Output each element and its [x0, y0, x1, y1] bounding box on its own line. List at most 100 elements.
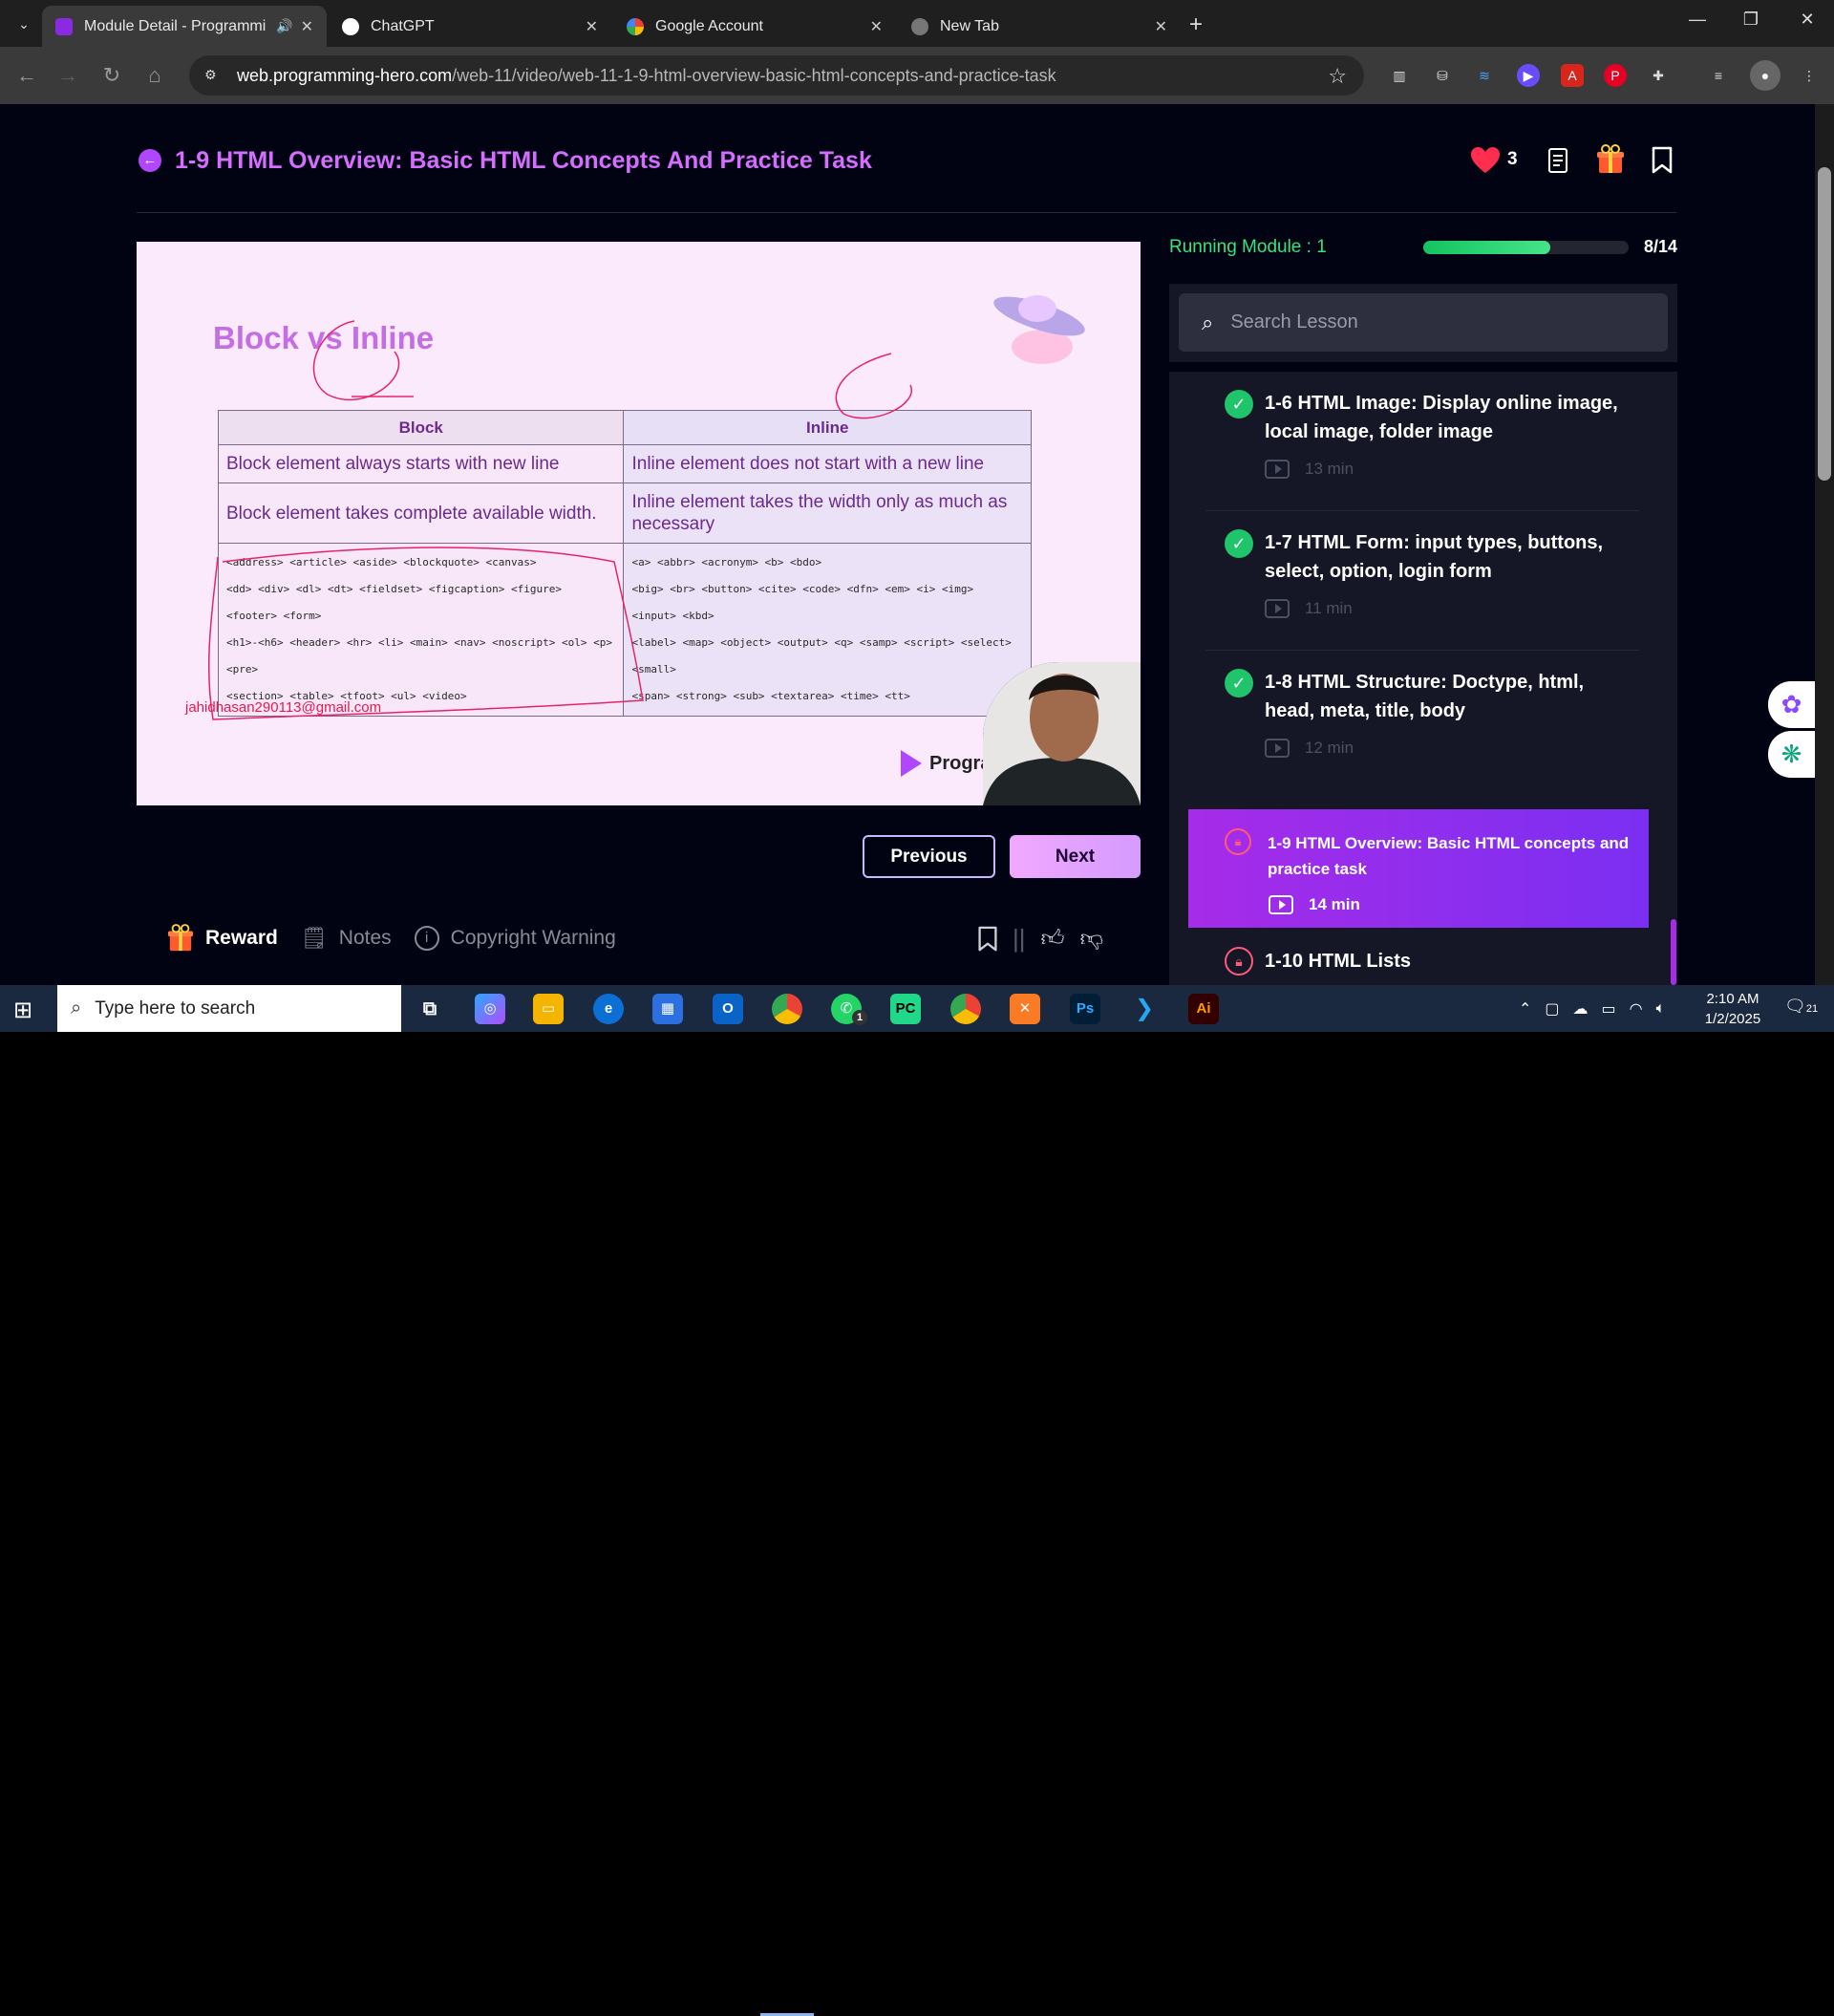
task-view-icon[interactable]: ⧉ [415, 994, 445, 1024]
taskbar-search-box[interactable]: ⌕ Type here to search [57, 985, 401, 1032]
search-box[interactable]: ⌕ [1179, 293, 1668, 352]
close-tab-icon[interactable]: ✕ [870, 17, 883, 36]
chrome-icon[interactable] [772, 994, 802, 1024]
extensions-puzzle-icon[interactable]: ✚ [1647, 64, 1670, 87]
restore-button[interactable]: ❐ [1732, 10, 1770, 30]
audio-playing-icon[interactable]: 🔊 [276, 18, 292, 34]
video-icon [1269, 895, 1293, 914]
completed-check-icon: ✓ [1225, 390, 1253, 418]
heart-icon[interactable] [1470, 146, 1501, 175]
close-window-button[interactable]: ✕ [1788, 10, 1826, 30]
reload-icon[interactable]: ↻ [98, 62, 125, 89]
notes-button[interactable]: 🗒 Notes [301, 926, 392, 951]
lesson-duration-text: 12 min [1305, 739, 1354, 757]
minimize-button[interactable]: — [1678, 10, 1717, 30]
back-icon[interactable]: ← [13, 62, 40, 89]
reward-label: Reward [205, 927, 278, 949]
extension-wave-icon[interactable]: ≋ [1473, 64, 1496, 87]
info-icon: i [414, 926, 439, 951]
next-button[interactable]: Next [1010, 835, 1141, 878]
lesson-item[interactable]: ✓ 1-6 HTML Image: Display online image, … [1205, 372, 1639, 511]
close-tab-icon[interactable]: ✕ [586, 17, 598, 36]
close-tab-icon[interactable]: ✕ [1155, 17, 1167, 36]
pinterest-icon[interactable]: P [1604, 64, 1627, 87]
floating-chatgpt-icon[interactable]: ❋ [1768, 731, 1815, 778]
battery-icon[interactable]: ▭ [1602, 999, 1616, 1019]
forward-icon[interactable]: → [54, 62, 81, 89]
onedrive-icon[interactable]: ☁ [1573, 999, 1589, 1019]
lesson-item-current[interactable]: 🔒︎ 1-9 HTML Overview: Basic HTML concept… [1188, 809, 1649, 928]
bookmark-icon[interactable] [976, 926, 999, 953]
tab-title: ChatGPT [371, 17, 435, 34]
tab-title: New Tab [940, 17, 999, 34]
tab-new-tab[interactable]: New Tab ✕ [898, 6, 1181, 47]
lesson-item[interactable]: ✓ 1-8 HTML Structure: Doctype, html, hea… [1205, 651, 1639, 790]
extension-play-icon[interactable]: ▶ [1517, 64, 1540, 87]
volume-icon[interactable]: 🔈︎ [1656, 1000, 1666, 1018]
url-text[interactable]: web.programming-hero.com/web-11/video/we… [237, 66, 1056, 86]
extension-icon[interactable]: ⛁ [1431, 64, 1454, 87]
site-info-icon[interactable]: ⚙ [204, 67, 222, 84]
lesson-actions-bar: Reward 🗒 Notes i Copyright Warning [167, 921, 639, 955]
photoshop-icon[interactable]: Ps [1070, 994, 1100, 1024]
new-tab-button[interactable]: + [1189, 11, 1203, 38]
previous-button[interactable]: Previous [863, 835, 995, 878]
microsoft-store-icon[interactable]: ▦ [652, 994, 683, 1024]
copilot-icon[interactable]: ◎ [475, 994, 505, 1024]
tab-title: Module Detail - Programmi [84, 17, 267, 34]
home-icon[interactable]: ⌂ [141, 62, 168, 89]
windows-start-icon[interactable]: ⊞ [13, 997, 32, 1024]
bookmark-star-icon[interactable]: ☆ [1328, 64, 1347, 89]
outlook-icon[interactable]: O [713, 994, 743, 1024]
profile-avatar[interactable]: ● [1750, 60, 1781, 91]
edge-icon[interactable]: e [593, 994, 624, 1024]
meet-now-icon[interactable]: ▢ [1545, 999, 1559, 1019]
pycharm-icon[interactable]: PC [890, 994, 921, 1024]
search-icon: ⌕ [1202, 310, 1214, 334]
bookmark-icon[interactable] [1651, 146, 1674, 175]
search-lesson-input[interactable] [1230, 311, 1632, 333]
feedback-actions: || 👍︎ 👎︎ [976, 924, 1119, 954]
running-module-row: Running Module : 1 8/14 [1169, 235, 1677, 260]
notification-center-icon[interactable]: 🗨︎21 [1784, 997, 1818, 1017]
chatgpt-favicon [342, 17, 359, 35]
lesson-list-scrollbar[interactable] [1671, 919, 1676, 985]
lesson-item-locked[interactable]: 🔒︎ 1-10 HTML Lists [1205, 937, 1639, 985]
file-explorer-icon[interactable]: ▭ [533, 994, 564, 1024]
video-player[interactable]: Block vs Inline Block Inline Block eleme… [137, 242, 1141, 805]
tab-module-detail[interactable]: Module Detail - Programmi 🔊 ✕ [42, 6, 327, 47]
back-arrow-icon[interactable]: ← [139, 149, 161, 172]
illustrator-icon[interactable]: Ai [1188, 994, 1219, 1024]
reading-list-icon[interactable]: ▥ [1388, 64, 1411, 87]
notes-icon[interactable] [1547, 147, 1568, 174]
lesson-item[interactable]: ✓ 1-7 HTML Form: input types, buttons, s… [1205, 511, 1639, 651]
thumbs-up-icon[interactable]: 👍︎ [1041, 926, 1065, 953]
pdf-extension-icon[interactable]: A [1561, 64, 1584, 87]
wifi-icon[interactable]: ◠ [1630, 999, 1643, 1019]
google-favicon [627, 17, 644, 35]
lesson-header: ← 1-9 HTML Overview: Basic HTML Concepts… [139, 146, 872, 175]
taskbar-clock[interactable]: 2:10 AM 1/2/2025 [1695, 989, 1771, 1029]
module-progress-bar [1423, 241, 1629, 254]
page-scrollbar-thumb[interactable] [1818, 167, 1831, 481]
show-hidden-icons[interactable]: ⌃ [1519, 999, 1531, 1019]
notes-label: Notes [338, 927, 392, 949]
copyright-warning-button[interactable]: i Copyright Warning [414, 926, 616, 951]
media-controls-icon[interactable]: ≡ [1707, 64, 1730, 87]
tab-chatgpt[interactable]: ChatGPT ✕ [329, 6, 611, 47]
vscode-icon[interactable]: ❯ [1129, 994, 1160, 1024]
close-tab-icon[interactable]: ✕ [301, 17, 313, 36]
gift-icon[interactable] [1596, 144, 1625, 175]
tab-search-button[interactable]: ⌄ [13, 13, 34, 34]
address-bar[interactable]: ⚙ web.programming-hero.com/web-11/video/… [189, 55, 1364, 96]
lesson-list[interactable]: ✓ 1-6 HTML Image: Display online image, … [1169, 372, 1677, 985]
chrome-profile-icon[interactable] [950, 994, 981, 1024]
lesson-duration: 14 min [1269, 895, 1360, 914]
reward-button[interactable]: Reward [167, 924, 278, 953]
tab-google-account[interactable]: Google Account ✕ [613, 6, 896, 47]
thumbs-down-icon[interactable]: 👎︎ [1080, 926, 1103, 953]
xampp-icon[interactable]: ✕ [1010, 994, 1040, 1024]
browser-menu-icon[interactable]: ⋮ [1798, 64, 1821, 87]
floating-brain-icon[interactable]: ✿ [1768, 681, 1815, 728]
lesson-duration-text: 11 min [1305, 599, 1353, 617]
